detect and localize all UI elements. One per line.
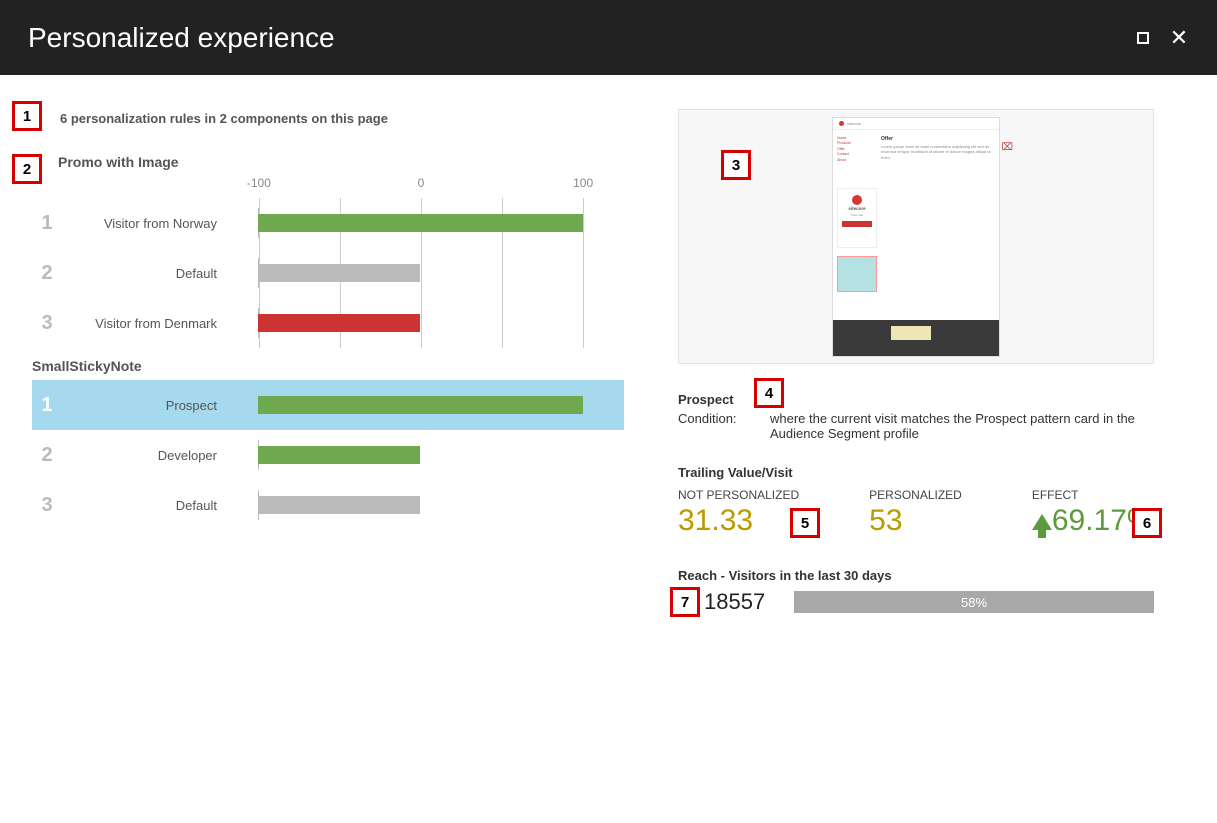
axis-tick-mid: 0 xyxy=(418,176,425,190)
condition-label: Condition: xyxy=(678,411,770,441)
preview-thumbnail: sitecore HomeProductsOfferContactAbout O… xyxy=(832,117,1000,357)
reach-title: Reach - Visitors in the last 30 days xyxy=(678,568,1154,583)
summary-bar: 1 6 personalization rules in 2 component… xyxy=(18,97,638,140)
rule-index: 1 xyxy=(32,394,62,417)
annotation-6: 6 xyxy=(1132,508,1162,538)
bar-track xyxy=(227,380,614,430)
rule-index: 2 xyxy=(32,262,62,285)
chart-area: 1 Prospect 2 Developer 3 Defa xyxy=(32,380,624,530)
chart-area: 1 Visitor from Norway 2 Default xyxy=(32,198,624,348)
detail-panel: 3 sitecore HomeProductsOfferContactAbout… xyxy=(666,97,1166,635)
rule-label: Prospect xyxy=(62,398,227,413)
bar xyxy=(258,446,421,464)
annotation-5: 5 xyxy=(790,508,820,538)
axis-row: -100 0 100 xyxy=(32,176,624,198)
bar-track xyxy=(227,298,614,348)
rule-label: Developer xyxy=(62,448,227,463)
bar-track xyxy=(227,198,614,248)
bar xyxy=(258,314,421,332)
rule-row[interactable]: 1 Visitor from Norway xyxy=(32,198,624,248)
rule-label: Visitor from Denmark xyxy=(62,316,227,331)
rule-row-selected[interactable]: 1 Prospect xyxy=(32,380,624,430)
rule-index: 3 xyxy=(32,494,62,517)
annotation-4: 4 xyxy=(754,378,784,408)
broken-link-icon: ⌧ xyxy=(1001,142,1013,153)
axis-tick-max: 100 xyxy=(573,176,593,190)
dialog-header: Personalized experience ✕ xyxy=(0,0,1217,75)
reach-count: 18557 xyxy=(704,589,794,615)
rule-row[interactable]: 2 Default xyxy=(32,248,624,298)
section-title: Promo with Image xyxy=(58,154,624,170)
metric-head: NOT PERSONALIZED xyxy=(678,488,799,502)
annotation-3: 3 xyxy=(721,150,751,180)
bar xyxy=(258,396,583,414)
reach-percent: 58% xyxy=(961,595,987,610)
main-columns: 1 6 personalization rules in 2 component… xyxy=(0,75,1217,657)
page-title: Personalized experience xyxy=(28,22,335,54)
rule-label: Visitor from Norway xyxy=(62,216,227,231)
rule-label: Default xyxy=(62,498,227,513)
bar xyxy=(258,496,421,514)
bar-track xyxy=(227,248,614,298)
metrics-row: NOT PERSONALIZED 31.33 5 PERSONALIZED 53… xyxy=(678,488,1154,538)
metric-value: 31.33 xyxy=(678,504,799,538)
reach-bar-track: 58% xyxy=(794,591,1154,613)
window-controls: ✕ xyxy=(1133,28,1189,48)
axis-labels: -100 0 100 xyxy=(228,176,614,198)
rules-panel: 1 6 personalization rules in 2 component… xyxy=(18,97,638,635)
metric-value: 53 xyxy=(869,504,962,538)
section-title: SmallStickyNote xyxy=(32,358,624,374)
metric-head: PERSONALIZED xyxy=(869,488,962,502)
section-sticky: SmallStickyNote 1 Prospect 2 Developer xyxy=(18,348,638,530)
metric-not-personalized: NOT PERSONALIZED 31.33 xyxy=(678,488,799,538)
rule-index: 2 xyxy=(32,444,62,467)
page-preview[interactable]: 3 sitecore HomeProductsOfferContactAbout… xyxy=(678,109,1154,364)
metric-head: EFFECT xyxy=(1032,488,1154,502)
reach-bar: 58% xyxy=(794,591,1154,613)
condition-text: where the current visit matches the Pros… xyxy=(770,411,1154,441)
bar-track xyxy=(227,480,614,530)
axis-tick-min: -100 xyxy=(247,176,271,190)
annotation-1: 1 xyxy=(12,101,42,131)
arrow-up-icon xyxy=(1032,514,1052,530)
rule-row[interactable]: 2 Developer xyxy=(32,430,624,480)
rule-row[interactable]: 3 Default xyxy=(32,480,624,530)
square-icon xyxy=(1137,32,1149,44)
condition-row: Condition: where the current visit match… xyxy=(678,411,1154,441)
bar-track xyxy=(227,430,614,480)
bar xyxy=(258,264,421,282)
rule-row[interactable]: 3 Visitor from Denmark xyxy=(32,298,624,348)
annotation-7: 7 xyxy=(670,587,700,617)
annotation-2: 2 xyxy=(12,154,42,184)
rule-index: 1 xyxy=(32,212,62,235)
maximize-button[interactable] xyxy=(1133,28,1153,48)
metric-personalized: PERSONALIZED 53 xyxy=(869,488,962,538)
summary-text: 6 personalization rules in 2 components … xyxy=(60,111,388,126)
bar xyxy=(258,214,583,232)
reach-row: 7 18557 58% xyxy=(678,589,1154,615)
rule-name-row: Prospect 4 xyxy=(678,392,1154,407)
close-button[interactable]: ✕ xyxy=(1169,28,1189,48)
rule-name: Prospect xyxy=(678,392,734,407)
rule-index: 3 xyxy=(32,312,62,335)
rule-label: Default xyxy=(62,266,227,281)
metrics-title: Trailing Value/Visit xyxy=(678,465,1154,480)
section-promo: 2 Promo with Image -100 0 100 xyxy=(18,140,638,348)
